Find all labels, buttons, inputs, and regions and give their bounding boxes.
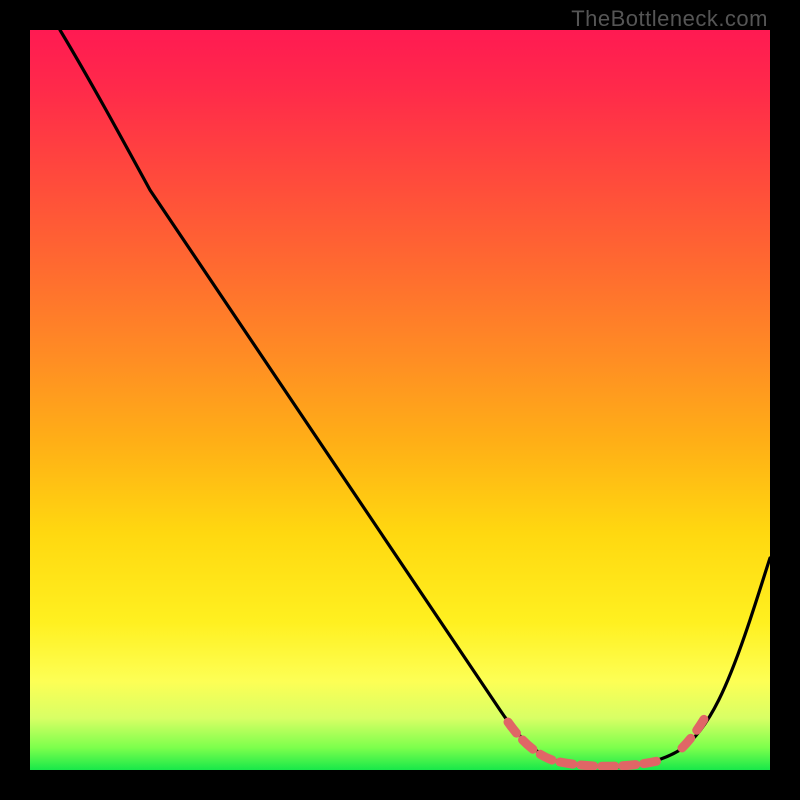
attribution-text: TheBottleneck.com: [571, 6, 768, 32]
chart-frame: [30, 30, 770, 770]
chart-background-gradient: [30, 30, 770, 770]
